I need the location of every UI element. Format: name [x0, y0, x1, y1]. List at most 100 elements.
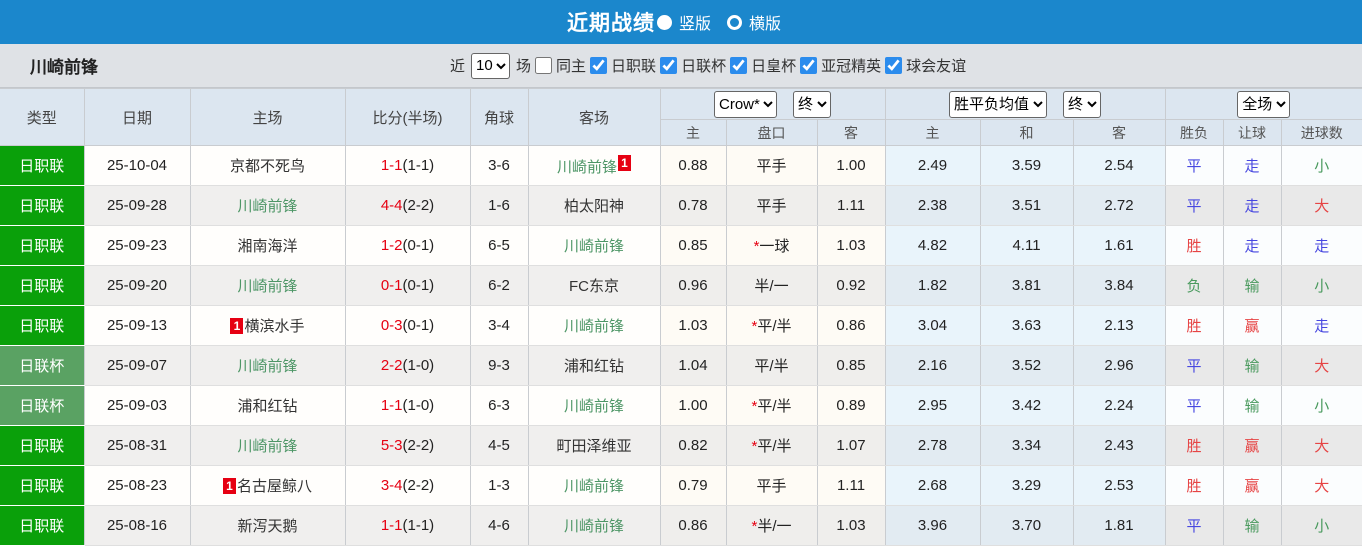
away-team-cell: 浦和红钻 — [527, 345, 661, 386]
avg-away-cell: 1.81 — [1072, 505, 1166, 546]
wdl-result-cell: 平 — [1164, 345, 1224, 386]
type-cell: 日职联 — [0, 505, 85, 546]
half-time-score: (1-0) — [402, 357, 435, 374]
wdl-result: 胜 — [1186, 238, 1202, 255]
col-header-corners: 角球 — [469, 88, 529, 146]
league-checkbox-friendly[interactable] — [885, 57, 903, 74]
half-time-score: (0-1) — [402, 277, 435, 294]
league-filter-lcup[interactable]: 日联杯 — [656, 55, 726, 76]
radio-unselected-icon[interactable] — [727, 14, 742, 30]
handicap-result-cell: 输 — [1222, 385, 1282, 426]
same-home-checkbox[interactable] — [535, 57, 553, 74]
half-time-score: (1-1) — [402, 157, 435, 174]
corners-cell: 6-2 — [469, 265, 529, 306]
home-team-cell: 京都不死鸟 — [189, 145, 346, 186]
wdl-result-cell: 胜 — [1164, 465, 1224, 506]
away-team-name: 町田泽维亚 — [556, 438, 632, 455]
handicap-result: 赢 — [1244, 478, 1260, 495]
col-header-away: 客场 — [527, 88, 661, 146]
type-cell: 日职联 — [0, 465, 85, 506]
recent-count-select[interactable]: 10 — [471, 52, 511, 79]
handicap-value: 平/半 — [757, 318, 792, 335]
league-checkbox-jleague[interactable] — [590, 57, 608, 74]
home-team-name: 京都不死鸟 — [229, 158, 305, 175]
odds-company-select[interactable]: Crow* — [714, 90, 777, 118]
away-team-name: 川崎前锋 — [563, 478, 624, 495]
layout-horizontal-label[interactable]: 横版 — [749, 10, 781, 34]
home-team-cell: 川崎前锋 — [189, 345, 346, 386]
wdl-result: 平 — [1186, 358, 1202, 375]
table-row: 日职联 25-09-23 湘南海洋 1-2(0-1) 6-5 川崎前锋 0.85… — [0, 225, 1362, 266]
away-team-cell: 川崎前锋 — [527, 305, 661, 346]
layout-option-vertical[interactable]: 竖版 — [656, 10, 725, 34]
league-checkbox-acl[interactable] — [800, 57, 818, 74]
layout-vertical-label[interactable]: 竖版 — [679, 10, 711, 34]
handicap-result-cell: 走 — [1222, 185, 1282, 226]
odds-away-cell: 0.89 — [816, 385, 886, 426]
odds-away-cell: 0.92 — [816, 265, 886, 306]
league-filter-jleague[interactable]: 日职联 — [586, 55, 656, 76]
league-label-lcup: 日联杯 — [681, 58, 727, 75]
full-time-score: 2-2 — [380, 357, 403, 374]
odds-away-cell: 0.86 — [816, 305, 886, 346]
half-time-score: (2-2) — [402, 437, 435, 454]
score-cell: 2-2(1-0) — [344, 345, 471, 386]
home-team-cell: 川崎前锋 — [189, 425, 346, 466]
filters: 近 10 场 同主 日职联 日联杯 日皇杯 亚冠精英 球会友谊 — [450, 52, 966, 79]
avg-draw-cell: 3.70 — [979, 505, 1074, 546]
radio-selected-icon[interactable] — [656, 14, 672, 30]
type-cell: 日职联 — [0, 265, 85, 306]
home-team-cell: 1 横滨水手 — [189, 305, 346, 346]
league-filter-acl[interactable]: 亚冠精英 — [796, 55, 881, 76]
avg-home-cell: 2.38 — [884, 185, 981, 226]
league-checkbox-emperor-cup[interactable] — [730, 57, 748, 74]
corners-cell: 1-3 — [469, 465, 529, 506]
avg-odds-state-select[interactable]: 终 — [1063, 90, 1102, 118]
odds-away-cell: 1.11 — [816, 465, 886, 506]
goals-result: 走 — [1314, 318, 1330, 335]
goals-result-cell: 小 — [1280, 145, 1362, 186]
avg-odds-select[interactable]: 胜平负均值 — [949, 90, 1048, 118]
goals-result-cell: 走 — [1280, 225, 1362, 266]
corners-cell: 6-3 — [469, 385, 529, 426]
handicap-cell: 平手 — [725, 185, 818, 226]
league-filter-emperor-cup[interactable]: 日皇杯 — [726, 55, 796, 76]
league-label-emperor-cup: 日皇杯 — [751, 58, 797, 75]
handicap-value: 平/半 — [754, 358, 789, 375]
odds-company-state-select[interactable]: 终 — [793, 90, 831, 118]
handicap-cell: *平/半 — [725, 385, 818, 426]
handicap-result: 走 — [1244, 198, 1260, 215]
avg-away-cell: 2.54 — [1072, 145, 1166, 186]
odds-home-cell: 0.85 — [659, 225, 727, 266]
odds-home-cell: 0.96 — [659, 265, 727, 306]
sub-header-handicap: 盘口 — [725, 119, 818, 146]
result-scope-select[interactable]: 全场 — [1237, 90, 1291, 118]
date-cell: 25-09-23 — [83, 225, 191, 266]
handicap-value: 平/半 — [757, 398, 792, 415]
avg-odds-group: 胜平负均值 终 — [884, 88, 1166, 120]
same-home-filter[interactable]: 同主 — [531, 55, 586, 76]
half-time-score: (0-1) — [402, 237, 435, 254]
wdl-result: 胜 — [1186, 478, 1202, 495]
score-cell: 1-1(1-1) — [344, 505, 471, 546]
type-cell: 日联杯 — [0, 345, 85, 386]
handicap-cell: *半/一 — [725, 505, 818, 546]
avg-draw-cell: 3.51 — [979, 185, 1074, 226]
corners-cell: 6-5 — [469, 225, 529, 266]
date-cell: 25-09-07 — [83, 345, 191, 386]
league-label-jleague: 日职联 — [611, 58, 657, 75]
half-time-score: (2-2) — [402, 197, 435, 214]
league-checkbox-lcup[interactable] — [660, 57, 678, 74]
table-row: 日联杯 25-09-07 川崎前锋 2-2(1-0) 9-3 浦和红钻 1.04… — [0, 345, 1362, 386]
handicap-cell: 平/半 — [725, 345, 818, 386]
goals-result: 大 — [1314, 198, 1330, 215]
sub-header-avg-home: 主 — [884, 119, 981, 146]
filter-bar: 川崎前锋 近 10 场 同主 日职联 日联杯 日皇杯 亚冠精英 球会友谊 — [0, 44, 1362, 88]
league-filter-friendly[interactable]: 球会友谊 — [881, 55, 966, 76]
handicap-result-cell: 走 — [1222, 145, 1282, 186]
home-team-cell: 川崎前锋 — [189, 185, 346, 226]
layout-option-horizontal[interactable]: 横版 — [727, 10, 795, 34]
goals-result: 大 — [1314, 438, 1330, 455]
away-team-name: 川崎前锋 — [563, 518, 624, 535]
away-team-name: 川崎前锋 — [556, 158, 617, 176]
